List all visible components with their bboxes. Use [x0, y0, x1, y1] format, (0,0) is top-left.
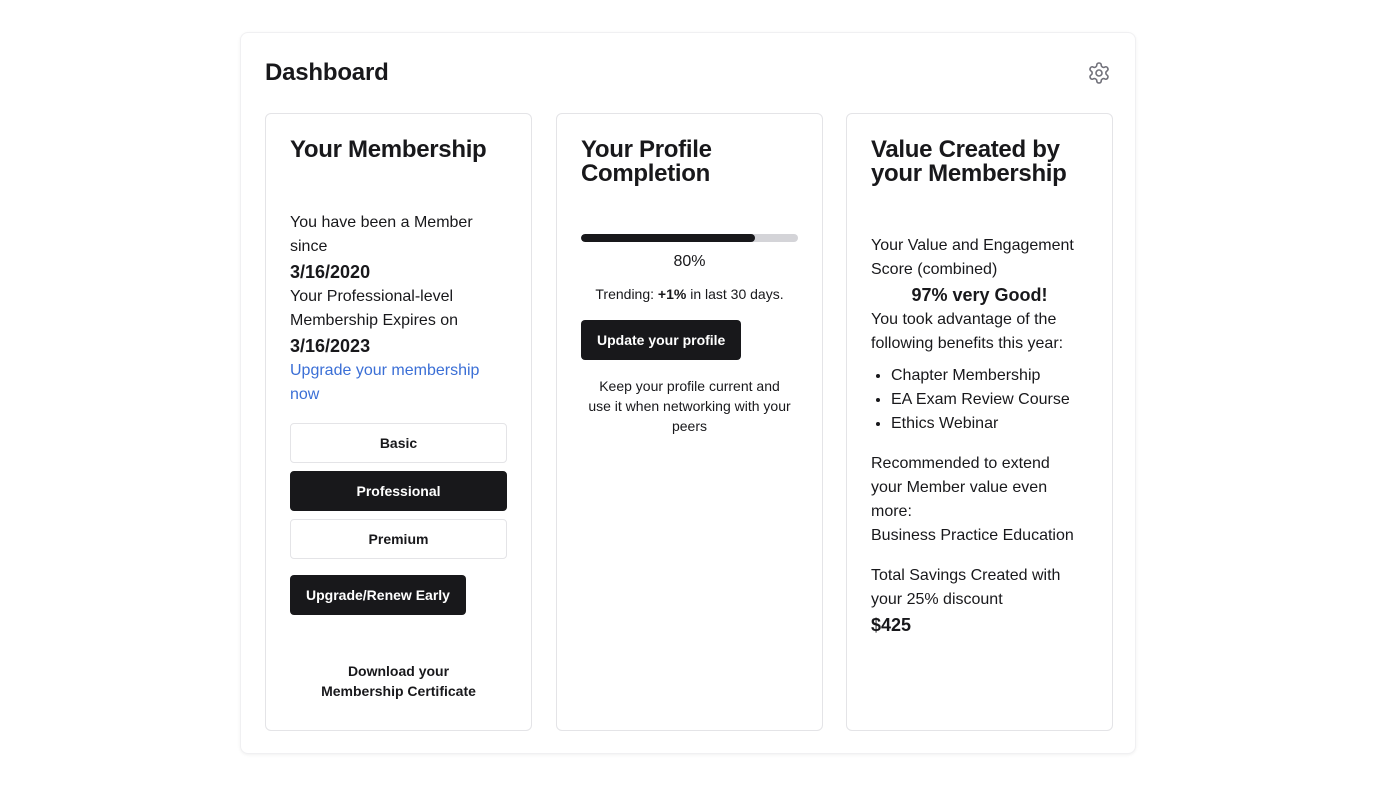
trending-value: +1%: [657, 286, 687, 302]
list-item: EA Exam Review Course: [891, 388, 1088, 412]
plan-basic-button[interactable]: Basic: [290, 423, 507, 463]
profile-progress-bar: [581, 234, 798, 242]
download-certificate-link[interactable]: Download your Membership Certificate: [290, 661, 507, 701]
list-item: Ethics Webinar: [891, 412, 1088, 436]
score-value: 97% very Good!: [911, 285, 1048, 305]
member-since-date: 3/16/2020: [290, 262, 371, 282]
trending-prefix: Trending:: [595, 286, 658, 302]
benefits-list: Chapter Membership EA Exam Review Course…: [871, 364, 1088, 436]
profile-progress-value: 80%: [673, 253, 706, 270]
upgrade-renew-button[interactable]: Upgrade/Renew Early: [290, 575, 466, 615]
membership-heading: Your Membership: [290, 136, 487, 163]
page-title: Dashboard: [265, 59, 389, 86]
update-profile-button[interactable]: Update your profile: [581, 320, 742, 360]
member-since-label: You have been a Member since: [290, 214, 473, 255]
benefits-label: You took advantage of the following bene…: [871, 311, 1064, 352]
expires-date: 3/16/2023: [290, 336, 371, 356]
plan-professional-button[interactable]: Professional: [290, 471, 507, 511]
value-heading: Value Created by your Membership: [871, 136, 1067, 187]
gear-icon[interactable]: [1087, 61, 1111, 85]
trending-text: Trending: +1% in last 30 days.: [581, 284, 798, 304]
plan-options: Basic Professional Premium: [290, 423, 507, 559]
expires-label: Your Professional-level Membership Expir…: [290, 288, 459, 329]
trending-suffix: in last 30 days.: [686, 286, 784, 302]
score-label: Your Value and Engagement Score (combine…: [871, 237, 1074, 278]
membership-card: Your Membership You have been a Member s…: [265, 113, 532, 731]
value-card: Value Created by your Membership Your Va…: [846, 113, 1113, 731]
dashboard-panel: Dashboard Your Membership You have been …: [240, 32, 1136, 754]
savings-label: Total Savings Created with your 25% disc…: [871, 567, 1061, 608]
upgrade-link[interactable]: Upgrade your membership now: [290, 359, 500, 407]
profile-card: Your Profile Completion 80% Trending: +1…: [556, 113, 823, 731]
profile-heading: Your Profile Completion: [581, 136, 712, 187]
list-item: Chapter Membership: [891, 364, 1088, 388]
dashboard-header: Dashboard: [265, 57, 1111, 89]
plan-premium-button[interactable]: Premium: [290, 519, 507, 559]
recommend-value: Business Practice Education: [871, 527, 1074, 544]
savings-value: $425: [871, 615, 912, 635]
profile-note: Keep your profile current and use it whe…: [588, 378, 791, 434]
recommend-label: Recommended to extend your Member value …: [871, 455, 1050, 520]
profile-progress-fill: [581, 234, 755, 242]
